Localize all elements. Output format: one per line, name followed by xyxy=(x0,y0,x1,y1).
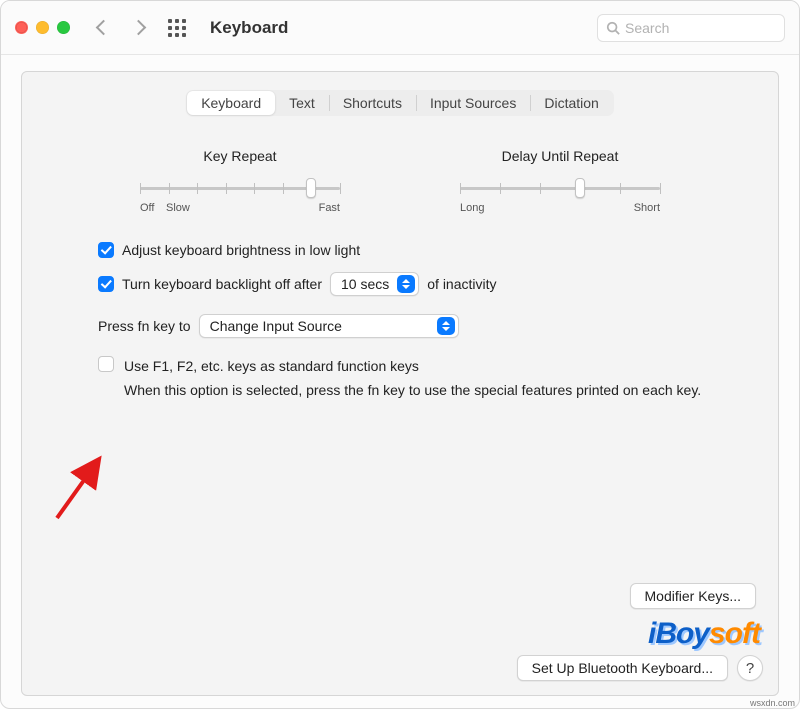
delay-slider[interactable] xyxy=(460,178,660,198)
backlight-off-label-post: of inactivity xyxy=(427,276,496,292)
use-fkeys-row: Use F1, F2, etc. keys as standard functi… xyxy=(98,356,702,401)
key-repeat-title: Key Repeat xyxy=(130,148,350,164)
backlight-off-label-pre: Turn keyboard backlight off after xyxy=(122,276,322,292)
tab-text[interactable]: Text xyxy=(275,91,329,115)
tab-keyboard[interactable]: Keyboard xyxy=(187,91,275,115)
use-fkeys-label: Use F1, F2, etc. keys as standard functi… xyxy=(124,356,701,376)
key-repeat-fast-label: Fast xyxy=(319,202,340,214)
content-panel: Keyboard Text Shortcuts Input Sources Di… xyxy=(21,71,779,696)
window-controls xyxy=(15,21,70,34)
options-section: Adjust keyboard brightness in low light … xyxy=(22,214,778,401)
key-repeat-slow-label: Slow xyxy=(166,202,190,214)
use-fkeys-hint: When this option is selected, press the … xyxy=(124,380,701,400)
fn-press-popup[interactable]: Change Input Source xyxy=(199,314,459,338)
delay-title: Delay Until Repeat xyxy=(450,148,670,164)
fn-press-row: Press fn key to Change Input Source xyxy=(98,314,702,338)
delay-short-label: Short xyxy=(634,202,660,214)
delay-block: Delay Until Repeat Long Short xyxy=(450,148,670,214)
search-icon xyxy=(606,21,620,35)
stepper-icon xyxy=(437,317,455,335)
adjust-brightness-checkbox[interactable] xyxy=(98,242,114,258)
back-button[interactable] xyxy=(96,20,112,36)
delay-long-label: Long xyxy=(460,202,484,214)
minimize-button[interactable] xyxy=(36,21,49,34)
backlight-off-row: Turn keyboard backlight off after 10 sec… xyxy=(98,272,702,296)
tab-dictation[interactable]: Dictation xyxy=(530,91,612,115)
slider-knob[interactable] xyxy=(306,178,316,198)
key-repeat-block: Key Repeat Off Slow Fast xyxy=(130,148,350,214)
show-all-icon[interactable] xyxy=(168,19,186,37)
adjust-brightness-row: Adjust keyboard brightness in low light xyxy=(98,242,702,258)
fn-press-popup-value: Change Input Source xyxy=(210,318,342,334)
zoom-button[interactable] xyxy=(57,21,70,34)
sliders-row: Key Repeat Off Slow Fast Delay Until Rep… xyxy=(22,116,778,214)
search-input[interactable] xyxy=(625,20,776,36)
close-button[interactable] xyxy=(15,21,28,34)
help-button[interactable]: ? xyxy=(737,655,763,681)
forward-button[interactable] xyxy=(131,20,147,36)
key-repeat-slider[interactable] xyxy=(140,178,340,198)
tab-bar: Keyboard Text Shortcuts Input Sources Di… xyxy=(22,90,778,116)
tab-input-sources[interactable]: Input Sources xyxy=(416,91,530,115)
slider-knob[interactable] xyxy=(575,178,585,198)
backlight-off-popup[interactable]: 10 secs xyxy=(330,272,419,296)
nav-arrows xyxy=(98,22,144,33)
backlight-off-checkbox[interactable] xyxy=(98,276,114,292)
preferences-window: Keyboard Keyboard Text Shortcuts Input S… xyxy=(0,0,800,709)
watermark-logo: iBoysoft xyxy=(648,617,760,651)
tab-shortcuts[interactable]: Shortcuts xyxy=(329,91,416,115)
window-title: Keyboard xyxy=(210,18,288,38)
bluetooth-keyboard-button[interactable]: Set Up Bluetooth Keyboard... xyxy=(517,655,728,681)
search-field[interactable] xyxy=(597,14,785,42)
backlight-off-popup-value: 10 secs xyxy=(341,276,389,292)
use-fkeys-checkbox[interactable] xyxy=(98,356,114,372)
use-fkeys-text: Use F1, F2, etc. keys as standard functi… xyxy=(124,356,701,401)
adjust-brightness-label: Adjust keyboard brightness in low light xyxy=(122,242,360,258)
fn-press-label: Press fn key to xyxy=(98,318,191,334)
source-watermark: wsxdn.com xyxy=(750,698,795,708)
stepper-icon xyxy=(397,275,415,293)
annotation-arrow-icon xyxy=(53,454,107,524)
modifier-keys-button[interactable]: Modifier Keys... xyxy=(630,583,756,609)
toolbar: Keyboard xyxy=(1,1,799,55)
key-repeat-off-label: Off xyxy=(140,202,166,214)
